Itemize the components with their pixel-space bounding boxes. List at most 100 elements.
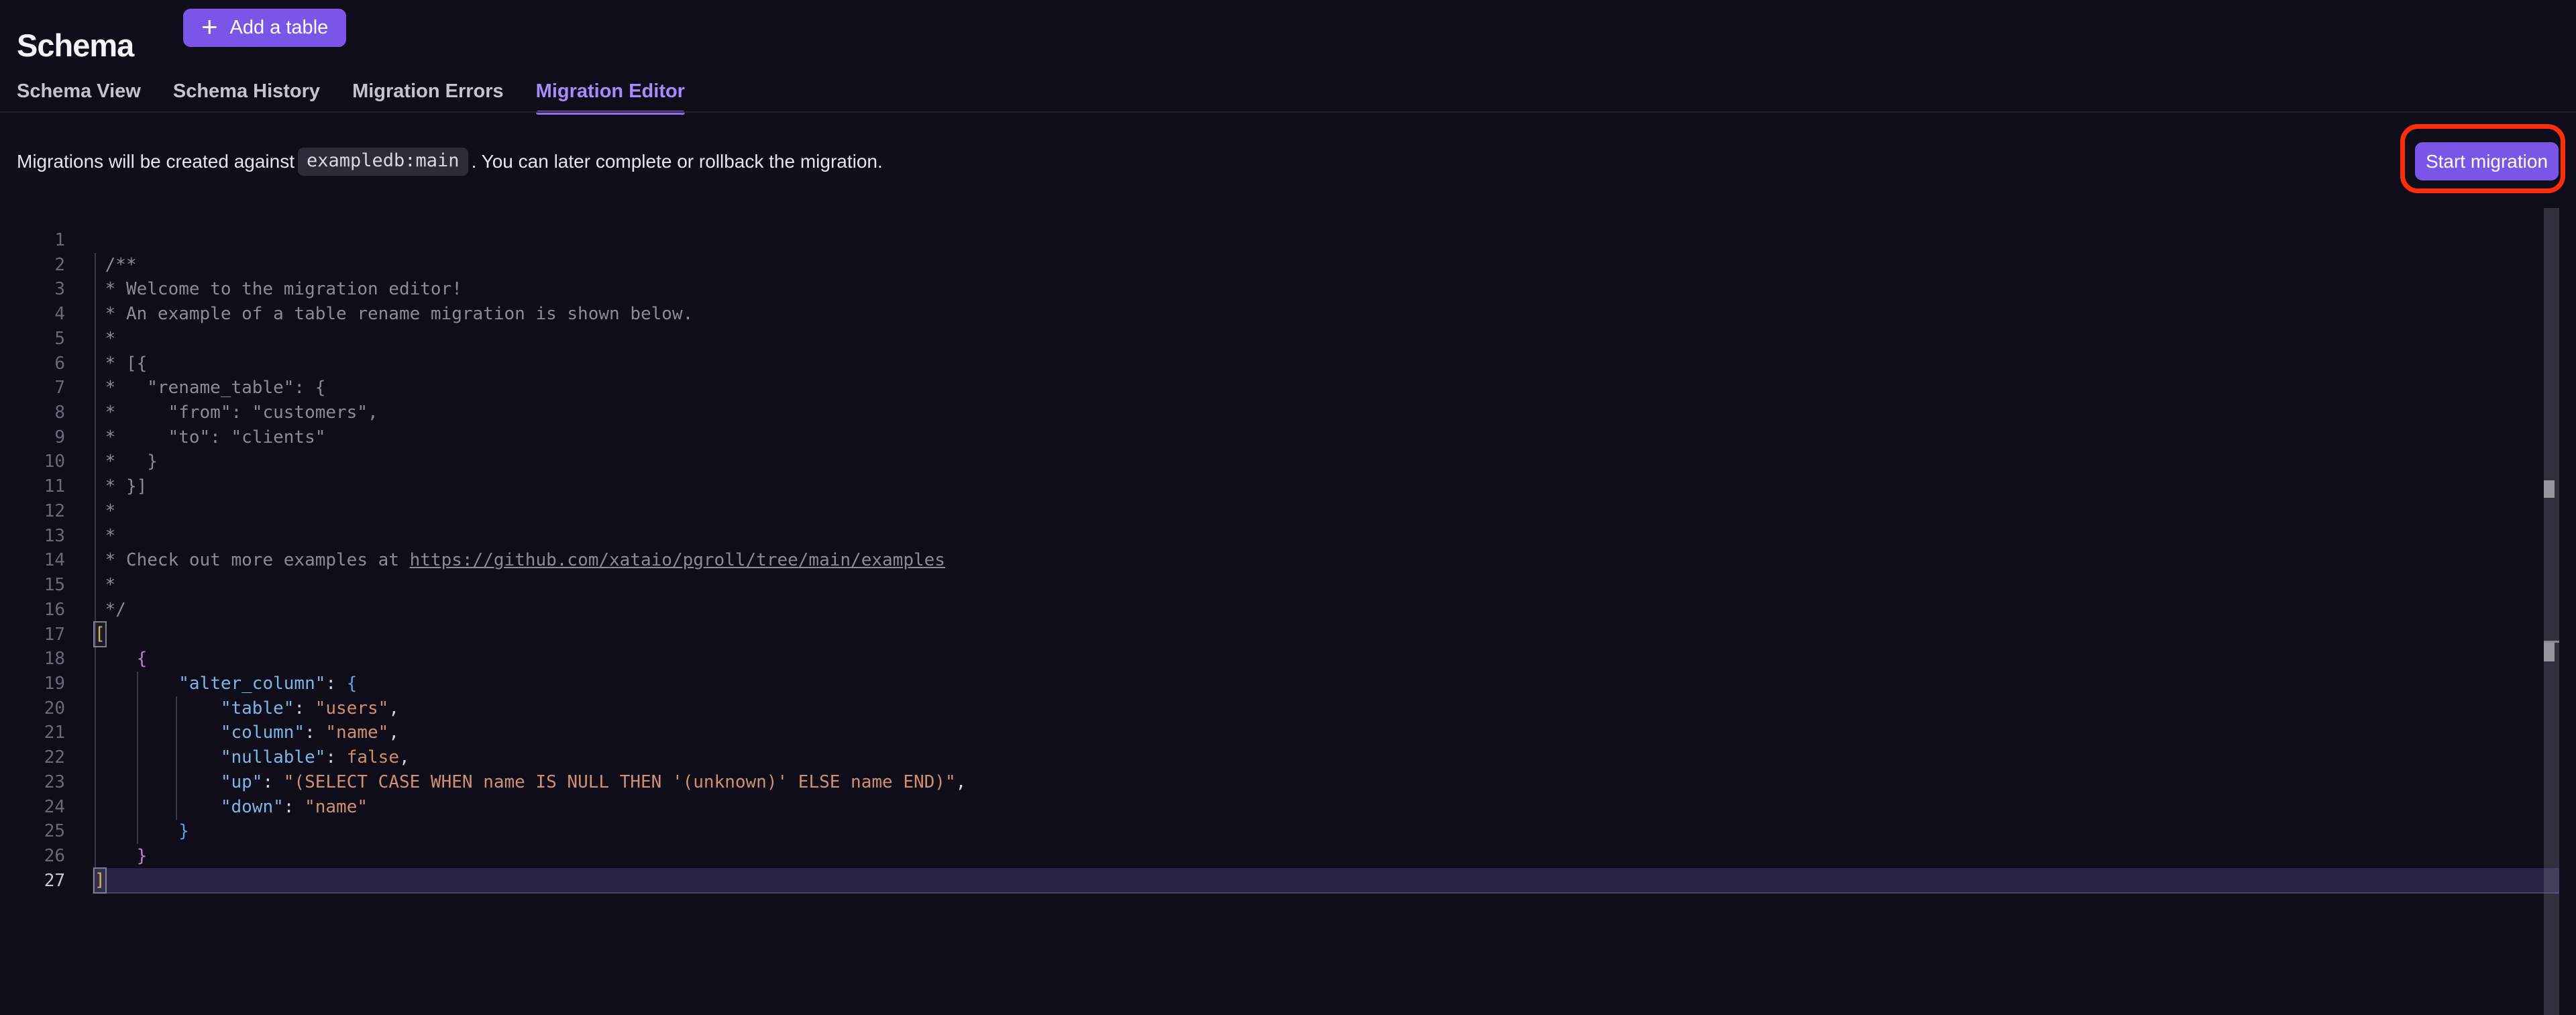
line-content: "nullable": false, (95, 745, 410, 770)
line-content: "down": "name" (95, 795, 368, 820)
line-number: 3 (0, 277, 65, 302)
line-number: 26 (0, 844, 65, 869)
line-content: * Welcome to the migration editor! (95, 277, 462, 302)
tab-bar: Schema View Schema History Migration Error… (17, 81, 685, 112)
line-content: * (95, 499, 115, 524)
tab-schema-history[interactable]: Schema History (173, 81, 320, 112)
add-table-label: Add a table (230, 17, 329, 39)
code-line-27[interactable]: 27] (0, 869, 2576, 894)
code-line-21[interactable]: 21 "column": "name", (0, 720, 2576, 745)
migration-text-after: . You can later complete or rollback the… (472, 151, 883, 172)
code-line-16[interactable]: 16 */ (0, 598, 2576, 623)
tab-migration-errors[interactable]: Migration Errors (352, 81, 504, 112)
migration-text-before: Migrations will be created against (17, 151, 294, 172)
line-number: 11 (0, 474, 65, 499)
line-content: * "from": "customers", (95, 400, 378, 425)
migration-code-editor[interactable]: 12 /**3 * Welcome to the migration edito… (0, 208, 2576, 1015)
line-content: ] (95, 869, 105, 894)
code-line-14[interactable]: 14 * Check out more examples at https://… (0, 548, 2576, 573)
tab-migration-editor[interactable]: Migration Editor (536, 81, 685, 112)
line-content: * An example of a table rename migration… (95, 302, 693, 327)
line-number: 7 (0, 376, 65, 400)
line-number: 2 (0, 253, 65, 278)
code-line-2[interactable]: 2 /** (0, 253, 2576, 278)
line-number: 12 (0, 499, 65, 524)
code-line-6[interactable]: 6 * [{ (0, 352, 2576, 376)
code-line-25[interactable]: 25 } (0, 819, 2576, 844)
line-content: "column": "name", (95, 720, 399, 745)
db-branch-chip: exampledb:main (298, 148, 468, 176)
line-content: * Check out more examples at https://git… (95, 548, 945, 573)
line-content: /** (95, 253, 137, 278)
line-number: 8 (0, 400, 65, 425)
line-content: * (95, 327, 115, 352)
line-number: 9 (0, 425, 65, 450)
code-line-23[interactable]: 23 "up": "(SELECT CASE WHEN name IS NULL… (0, 770, 2576, 795)
code-line-3[interactable]: 3 * Welcome to the migration editor! (0, 277, 2576, 302)
code-line-11[interactable]: 11 * }] (0, 474, 2576, 499)
line-content: "alter_column": { (95, 672, 357, 696)
code-line-18[interactable]: 18 { (0, 647, 2576, 672)
line-content: * }] (95, 474, 147, 499)
code-lines: 12 /**3 * Welcome to the migration edito… (0, 228, 2576, 893)
code-line-7[interactable]: 7 * "rename_table": { (0, 376, 2576, 400)
code-line-15[interactable]: 15 * (0, 573, 2576, 598)
code-line-17[interactable]: 17 [ (0, 623, 2576, 647)
line-number: 23 (0, 770, 65, 795)
code-line-20[interactable]: 20 "table": "users", (0, 696, 2576, 721)
line-number: 15 (0, 573, 65, 598)
editor-scrollbar[interactable] (2544, 208, 2559, 1015)
start-migration-button[interactable]: Start migration (2415, 142, 2559, 180)
code-line-22[interactable]: 22 "nullable": false, (0, 745, 2576, 770)
line-number: 19 (0, 672, 65, 696)
line-number: 1 (0, 228, 65, 253)
line-number: 20 (0, 696, 65, 721)
code-line-9[interactable]: 9 * "to": "clients" (0, 425, 2576, 450)
line-number: 4 (0, 302, 65, 327)
line-content: * } (95, 449, 158, 474)
code-line-26[interactable]: 26 } (0, 844, 2576, 869)
line-number: 10 (0, 449, 65, 474)
code-line-8[interactable]: 8 * "from": "customers", (0, 400, 2576, 425)
line-content: "table": "users", (95, 696, 399, 721)
code-line-19[interactable]: 19 "alter_column": { (0, 672, 2576, 696)
overview-ruler-mark (2544, 480, 2555, 498)
line-content: * (95, 524, 115, 549)
line-content: * (95, 573, 115, 598)
line-content: * "to": "clients" (95, 425, 325, 450)
tab-schema-view[interactable]: Schema View (17, 81, 141, 112)
tab-bar-divider (0, 111, 2576, 113)
code-line-5[interactable]: 5 * (0, 327, 2576, 352)
line-content: "up": "(SELECT CASE WHEN name IS NULL TH… (95, 770, 966, 795)
plus-icon: + (201, 13, 218, 41)
line-content: } (95, 844, 147, 869)
line-number: 14 (0, 548, 65, 573)
line-number: 25 (0, 819, 65, 844)
add-table-button[interactable]: + Add a table (183, 9, 346, 47)
line-number: 13 (0, 524, 65, 549)
line-content: * "rename_table": { (95, 376, 325, 400)
line-number: 16 (0, 598, 65, 623)
code-line-4[interactable]: 4 * An example of a table rename migrati… (0, 302, 2576, 327)
line-number: 21 (0, 720, 65, 745)
line-content: } (95, 819, 189, 844)
code-line-24[interactable]: 24 "down": "name" (0, 795, 2576, 820)
migration-info-text: Migrations will be created against examp… (17, 142, 2402, 180)
line-content: */ (95, 598, 126, 623)
line-content: { (95, 647, 147, 672)
page-title: Schema (17, 21, 133, 70)
line-content: [ (95, 623, 105, 647)
code-line-10[interactable]: 10 * } (0, 449, 2576, 474)
line-number: 5 (0, 327, 65, 352)
code-line-1[interactable]: 1 (0, 228, 2576, 253)
line-number: 18 (0, 647, 65, 672)
line-number: 6 (0, 352, 65, 376)
code-line-13[interactable]: 13 * (0, 524, 2576, 549)
code-line-12[interactable]: 12 * (0, 499, 2576, 524)
line-number: 27 (0, 869, 65, 894)
overview-ruler-mark (2544, 643, 2555, 661)
line-content: * [{ (95, 352, 147, 376)
line-number: 17 (0, 623, 65, 647)
line-number: 24 (0, 795, 65, 820)
line-number: 22 (0, 745, 65, 770)
